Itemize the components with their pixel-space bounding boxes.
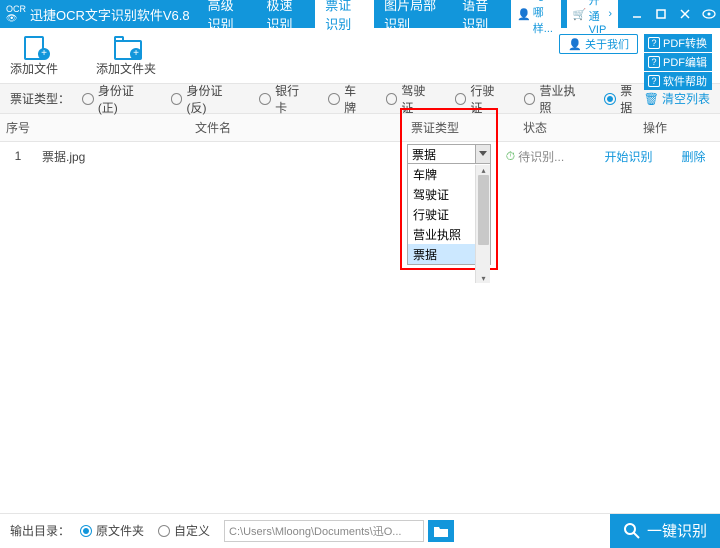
scroll-up-icon: ▴: [476, 165, 491, 175]
tab-advanced[interactable]: 高级识别: [198, 0, 257, 28]
add-file-label: 添加文件: [10, 60, 58, 77]
dropdown-selected[interactable]: 票据: [407, 144, 491, 164]
maximize-button[interactable]: [654, 7, 668, 21]
delete-link[interactable]: 删除: [681, 148, 705, 165]
radio-original-folder[interactable]: 原文件夹: [80, 522, 144, 539]
tab-fast[interactable]: 极速识别: [256, 0, 315, 28]
cart-icon: 🛒: [573, 8, 587, 21]
close-button[interactable]: [678, 7, 692, 21]
about-label: 关于我们: [585, 36, 629, 52]
recognize-label: 一键识别: [647, 520, 707, 541]
cell-filename: 票据.jpg: [36, 148, 390, 165]
radio-icon: [604, 93, 616, 105]
col-index: 序号: [0, 119, 36, 136]
cell-status: ⏱ 待识别...: [480, 148, 590, 165]
start-recognize-link[interactable]: 开始识别: [604, 148, 652, 165]
scroll-thumb[interactable]: [478, 175, 489, 245]
titlebar: OCR 👁 迅捷OCR文字识别软件V6.8 高级识别 极速识别 票证识别 图片局…: [0, 0, 720, 28]
link-label: PDF编辑: [663, 54, 707, 70]
pdf-edit-link[interactable]: ?PDF编辑: [644, 53, 712, 71]
add-folder-label: 添加文件夹: [96, 60, 156, 77]
chevron-down-icon: [475, 145, 490, 163]
output-label: 输出目录：: [10, 522, 70, 539]
cell-operation: 开始识别 删除: [590, 148, 720, 165]
trash-icon: 🗑: [644, 92, 659, 106]
about-button[interactable]: 👤 关于我们: [559, 34, 638, 54]
software-help-link[interactable]: ?软件帮助: [644, 72, 712, 90]
radio-bank[interactable]: 银行卡: [259, 82, 310, 116]
table-body: 1 票据.jpg ⏱ 待识别... 开始识别 删除 票据 车牌 驾驶证 行驶证 …: [0, 142, 720, 520]
table-row: 1 票据.jpg ⏱ 待识别... 开始识别 删除: [0, 142, 720, 170]
tab-ticket[interactable]: 票证识别: [315, 0, 374, 28]
status-text: 待识别...: [518, 148, 564, 165]
radio-icon: [455, 93, 467, 105]
col-type: 票证类型: [390, 119, 480, 136]
user-icon: 👤: [568, 38, 582, 51]
radio-icon: [171, 93, 183, 105]
radio-plate[interactable]: 车牌: [328, 82, 367, 116]
col-status: 状态: [480, 119, 590, 136]
help-icon: ?: [648, 75, 660, 87]
main-tabs: 高级识别 极速识别 票证识别 图片局部识别 语音识别: [198, 0, 511, 28]
type-dropdown: 票据 车牌 驾驶证 行驶证 营业执照 票据 ▴ ▾: [407, 144, 491, 265]
tab-region[interactable]: 图片局部识别: [374, 0, 452, 28]
radio-custom-folder[interactable]: 自定义: [158, 522, 210, 539]
add-file-button[interactable]: 添加文件: [10, 34, 58, 77]
minimize-button[interactable]: [630, 7, 644, 21]
radio-icon: [524, 93, 536, 105]
clear-list-button[interactable]: 🗑 清空列表: [644, 90, 710, 107]
file-plus-icon: [20, 34, 48, 58]
chevron-right-icon: ›: [608, 8, 612, 20]
filter-label: 票证类型：: [10, 90, 70, 107]
clock-icon: ⏱: [506, 149, 515, 164]
toolbar: 添加文件 添加文件夹 👤 关于我们 ?PDF转换 ?PDF编辑 ?软件帮助: [0, 28, 720, 84]
browse-folder-button[interactable]: [428, 520, 454, 542]
radio-icon: [386, 93, 398, 105]
radio-icon: [82, 93, 94, 105]
folder-plus-icon: [112, 34, 140, 58]
search-icon: [623, 522, 641, 540]
output-path-input[interactable]: [224, 520, 424, 542]
tab-voice[interactable]: 语音识别: [452, 0, 511, 28]
recognize-button[interactable]: 一键识别: [610, 514, 720, 548]
radio-id-back[interactable]: 身份证(反): [171, 82, 242, 116]
col-operation: 操作: [590, 119, 720, 136]
radio-icon: [259, 93, 271, 105]
eye-button[interactable]: [702, 7, 716, 21]
toolbar-right: 👤 关于我们 ?PDF转换 ?PDF编辑 ?软件帮助: [559, 34, 712, 90]
radio-icon: [80, 525, 92, 537]
link-label: PDF转换: [663, 35, 707, 51]
help-icon: ?: [648, 37, 660, 49]
app-title: 迅捷OCR文字识别软件V6.8: [30, 5, 190, 24]
window-controls: [630, 7, 716, 21]
dropdown-value: 票据: [412, 146, 436, 163]
user-icon: 👤: [517, 8, 531, 21]
app-logo: OCR 👁: [6, 5, 26, 23]
col-filename: 文件名: [36, 119, 390, 136]
radio-icon: [158, 525, 170, 537]
footer: 输出目录： 原文件夹 自定义 一键识别: [0, 513, 720, 547]
radio-driver[interactable]: 驾驶证: [386, 82, 437, 116]
link-label: 软件帮助: [663, 73, 707, 89]
radio-vehicle[interactable]: 行驶证: [455, 82, 506, 116]
pdf-convert-link[interactable]: ?PDF转换: [644, 34, 712, 52]
radio-icon: [328, 93, 340, 105]
folder-icon: [433, 524, 449, 538]
scroll-down-icon: ▾: [476, 273, 491, 283]
radio-id-front[interactable]: 身份证(正): [82, 82, 153, 116]
clear-label: 清空列表: [662, 90, 710, 107]
add-folder-button[interactable]: 添加文件夹: [96, 34, 156, 77]
dropdown-scrollbar[interactable]: ▴ ▾: [475, 165, 490, 283]
help-icon: ?: [648, 56, 660, 68]
table-header: 序号 文件名 票证类型 状态 操作: [0, 114, 720, 142]
cell-index: 1: [0, 149, 36, 163]
